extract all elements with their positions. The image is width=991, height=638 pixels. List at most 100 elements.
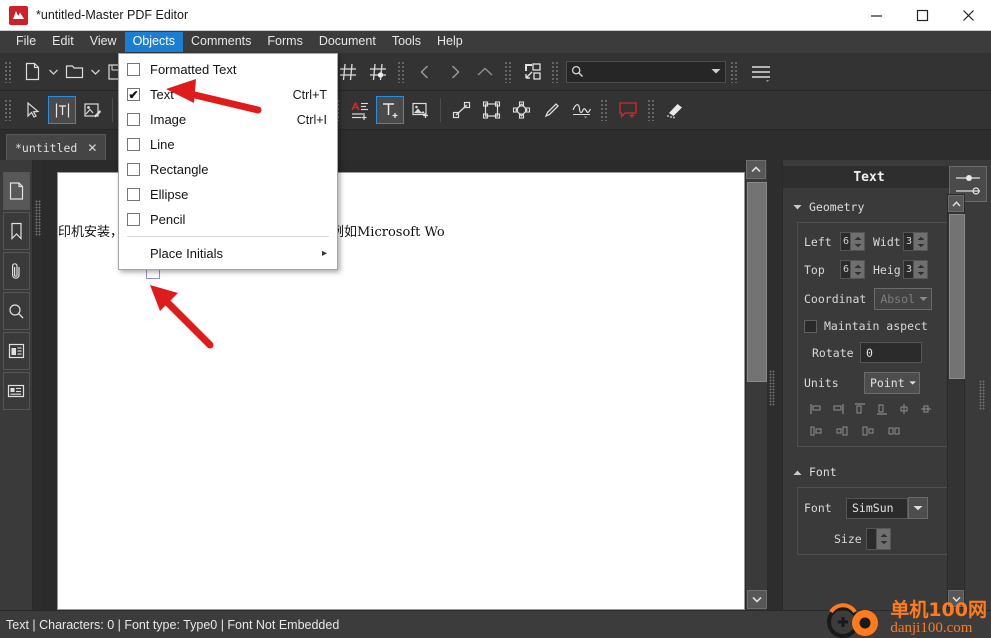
toolbar-grip[interactable] [600,99,609,121]
menu-tools[interactable]: Tools [384,32,429,52]
sidebar-item-attachments[interactable] [2,252,30,290]
font-input[interactable]: SimSun [846,497,908,519]
comment-box-icon[interactable] [614,96,642,124]
edit-image-tool-icon[interactable] [78,96,106,124]
panel-right-grip[interactable] [979,380,985,410]
size-stepper-arrows[interactable] [876,529,890,549]
scroll-up-button[interactable] [746,160,766,179]
menu-item-ellipse[interactable]: Ellipse [119,182,337,207]
height-stepper-arrows[interactable] [913,261,927,278]
document-vertical-scrollbar[interactable] [745,160,767,610]
left-spinner[interactable]: 6 [840,232,865,251]
panel-scrollbar-thumb[interactable] [949,214,965,379]
search-box[interactable] [566,60,726,83]
grid-icon[interactable] [334,58,362,86]
menu-edit[interactable]: Edit [44,32,82,52]
distribute-center-icon[interactable] [836,424,848,436]
rotate-input[interactable]: 0 [860,342,922,363]
tab-untitled[interactable]: *untitled ✕ [6,134,107,160]
sidebar-item-search[interactable] [2,292,30,330]
sidebar-item-signatures[interactable] [2,372,30,410]
signature-tool-icon[interactable] [567,96,595,124]
align-bottom-icon[interactable] [876,402,888,415]
sidebar-item-bookmarks[interactable] [2,212,30,250]
toolbar-grip[interactable] [730,60,739,83]
line-tool-icon[interactable] [447,96,475,124]
panel-scroll-up-button[interactable] [948,195,964,212]
menu-item-image[interactable]: Image Ctrl+I [119,107,337,132]
menu-item-rectangle[interactable]: Rectangle [119,157,337,182]
top-spinner[interactable]: 6 [840,260,865,279]
menu-file[interactable]: File [8,32,44,52]
minimize-button[interactable] [853,0,899,31]
height-spinner[interactable]: 3 [903,260,928,279]
top-stepper-arrows[interactable] [850,261,864,278]
menu-forms[interactable]: Forms [259,32,310,52]
next-page-icon[interactable] [441,58,469,86]
align-center-vertical-icon[interactable] [920,402,932,414]
menu-item-line[interactable]: Line [119,132,337,157]
width-stepper-arrows[interactable] [913,233,927,250]
distribute-left-icon[interactable] [810,424,822,436]
edit-text-tool-icon[interactable] [48,96,76,124]
menu-item-pencil[interactable]: Pencil [119,207,337,232]
panel-vertical-scrollbar[interactable] [947,194,965,608]
add-image-icon[interactable] [406,96,434,124]
menu-document[interactable]: Document [311,32,384,52]
maximize-button[interactable] [899,0,945,31]
coordinates-dropdown[interactable]: Absol [874,288,933,310]
menu-view[interactable]: View [82,32,125,52]
toolbar-grip[interactable] [4,60,13,83]
sidebar-item-pages[interactable] [2,172,30,210]
maintain-aspect-row[interactable]: Maintain aspect [804,319,942,333]
distribute-right-icon[interactable] [862,424,874,436]
pencil-tool-icon[interactable] [537,96,565,124]
close-button[interactable] [945,0,991,31]
highlight-icon[interactable] [661,96,689,124]
scroll-down-button[interactable] [747,590,767,609]
open-folder-icon[interactable] [60,58,88,86]
rectangle-tool-icon[interactable] [477,96,505,124]
align-left-icon[interactable] [810,402,822,414]
toolbar-grip[interactable] [551,60,560,83]
polygon-tool-icon[interactable] [507,96,535,124]
snap-to-grid-icon[interactable] [364,58,392,86]
toolbar-grip[interactable] [4,99,13,121]
panel-splitter-grip[interactable] [769,370,775,406]
align-top-icon[interactable] [854,402,866,414]
menu-comments[interactable]: Comments [183,32,259,52]
sidebar-item-layers[interactable] [2,332,30,370]
menu-item-formatted-text[interactable]: Formatted Text [119,57,337,82]
menu-icon[interactable] [744,58,778,86]
select-tool-icon[interactable] [18,96,46,124]
new-document-icon[interactable] [18,58,46,86]
align-center-horizontal-icon[interactable] [898,402,910,414]
menu-item-text[interactable]: ✔ Text Ctrl+T [119,82,337,107]
units-dropdown[interactable]: Point [864,372,920,394]
fit-page-icon[interactable] [518,58,546,86]
toolbar-grip[interactable] [647,99,656,121]
open-folder-dropdown[interactable] [89,58,101,86]
font-dropdown-button[interactable] [908,497,928,519]
size-spinner[interactable] [866,528,891,550]
font-section-header[interactable]: Font [785,459,957,481]
previous-page-icon[interactable] [411,58,439,86]
menu-objects[interactable]: Objects [124,32,183,52]
width-spinner[interactable]: 3 [903,232,928,251]
search-input[interactable] [584,62,711,82]
add-text-icon[interactable] [376,96,404,124]
tab-close-icon[interactable]: ✕ [87,141,97,155]
page-up-icon[interactable] [471,58,499,86]
menu-item-place-initials[interactable]: Place Initials ▸ [119,241,337,266]
text-style-icon[interactable] [346,96,374,124]
geometry-section-header[interactable]: Geometry [785,194,957,216]
toolbar-grip[interactable] [397,60,406,83]
distribute-even-icon[interactable] [888,424,900,436]
align-right-icon[interactable] [832,402,844,414]
scrollbar-thumb[interactable] [747,182,767,382]
left-stepper-arrows[interactable] [850,233,864,250]
new-document-dropdown[interactable] [47,58,59,86]
toolbar-grip[interactable] [504,60,513,83]
maintain-aspect-checkbox[interactable] [804,319,817,333]
menu-help[interactable]: Help [429,32,471,52]
